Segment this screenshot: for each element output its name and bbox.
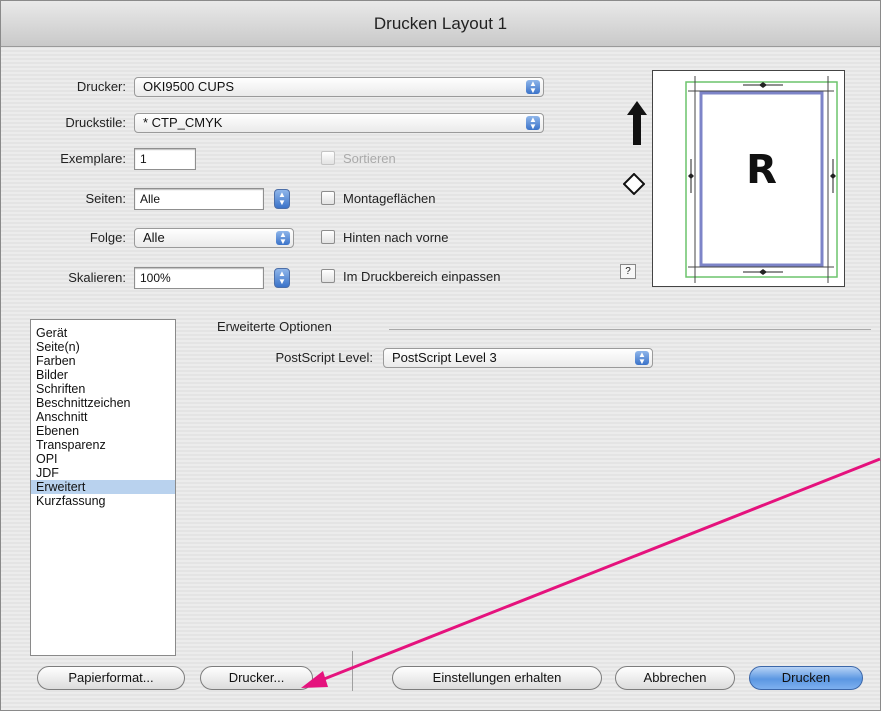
annotation-arrow-icon xyxy=(301,457,881,688)
print-dialog: Drucken Layout 1 Drucker: OKI9500 CUPS ▲… xyxy=(0,0,881,711)
